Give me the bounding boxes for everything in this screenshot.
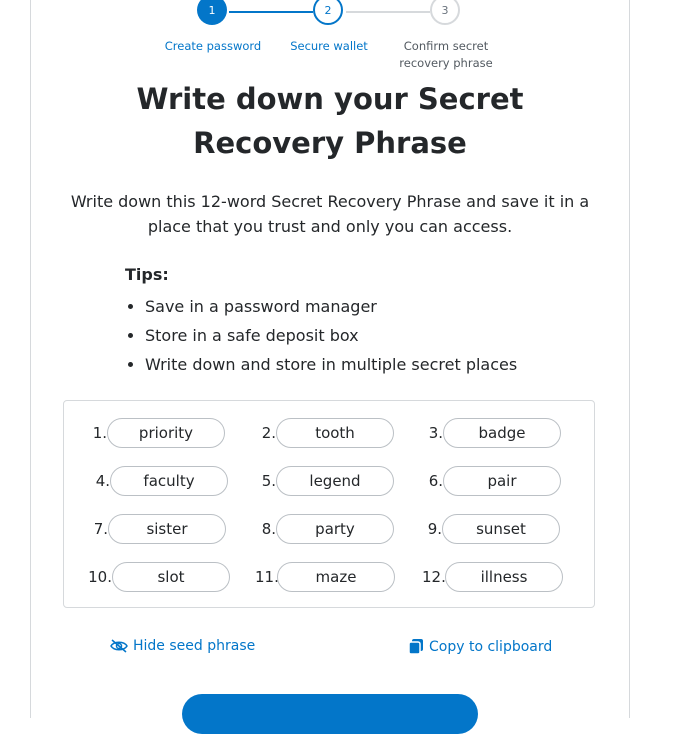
step-1-label: Create password [164, 39, 262, 53]
phrase-word-number: 11. [255, 568, 279, 586]
phrase-word-5: 5. legend [255, 465, 394, 497]
phrase-word-number: 4. [95, 472, 110, 490]
tip-item: Save in a password manager [145, 292, 517, 321]
stepper-remaining-line [346, 11, 430, 13]
phrase-word-number: 2. [261, 424, 276, 442]
phrase-word-number: 9. [427, 520, 442, 538]
tips-list: Save in a password manager Store in a sa… [125, 292, 517, 379]
phrase-word-chip: tooth [276, 418, 394, 448]
phrase-word-7: 7. sister [88, 513, 226, 545]
phrase-word-number: 1. [92, 424, 107, 442]
phrase-word-chip: pair [443, 466, 561, 496]
phrase-word-number: 3. [428, 424, 443, 442]
phrase-word-3: 3. badge [422, 417, 561, 449]
phrase-word-number: 6. [428, 472, 443, 490]
phrase-word-11: 11. maze [255, 561, 395, 593]
phrase-word-1: 1. priority [88, 417, 225, 449]
page-title: Write down your Secret Recovery Phrase [136, 82, 524, 160]
phrase-word-chip: maze [277, 562, 395, 592]
phrase-word-4: 4. faculty [88, 465, 228, 497]
phrase-word-6: 6. pair [422, 465, 561, 497]
hide-seed-phrase-button[interactable]: Hide seed phrase [110, 638, 255, 654]
phrase-word-9: 9. sunset [422, 513, 560, 545]
phrase-word-chip: faculty [110, 466, 228, 496]
phrase-word-2: 2. tooth [255, 417, 394, 449]
phrase-word-chip: illness [445, 562, 563, 592]
next-button[interactable] [182, 694, 478, 734]
copy-icon [408, 639, 423, 655]
phrase-word-number: 8. [261, 520, 276, 538]
copy-to-clipboard-button[interactable]: Copy to clipboard [408, 638, 552, 655]
copy-to-clipboard-label: Copy to clipboard [429, 638, 553, 655]
phrase-word-chip: priority [107, 418, 225, 448]
step-2-label: Secure wallet [290, 39, 368, 53]
tip-item: Store in a safe deposit box [145, 321, 517, 350]
phrase-word-chip: party [276, 514, 394, 544]
phrase-word-10: 10. slot [88, 561, 230, 593]
phrase-word-8: 8. party [255, 513, 394, 545]
phrase-word-number: 7. [93, 520, 108, 538]
phrase-word-12: 12. illness [422, 561, 563, 593]
phrase-word-number: 5. [261, 472, 276, 490]
step-3-label: Confirm secret recovery phrase [399, 39, 493, 70]
phrase-word-chip: sunset [442, 514, 560, 544]
phrase-word-chip: legend [276, 466, 394, 496]
tips-heading: Tips: [125, 265, 169, 284]
phrase-word-number: 10. [88, 568, 112, 586]
eye-slash-icon [110, 639, 128, 653]
phrase-word-chip: sister [108, 514, 226, 544]
phrase-word-chip: badge [443, 418, 561, 448]
stepper-progress-line [229, 11, 313, 13]
hide-seed-phrase-label: Hide seed phrase [133, 638, 256, 654]
tip-item: Write down and store in multiple secret … [145, 350, 517, 379]
page-description: Write down this 12-word Secret Recovery … [70, 192, 590, 236]
phrase-word-number: 12. [422, 568, 446, 586]
phrase-word-chip: slot [112, 562, 230, 592]
